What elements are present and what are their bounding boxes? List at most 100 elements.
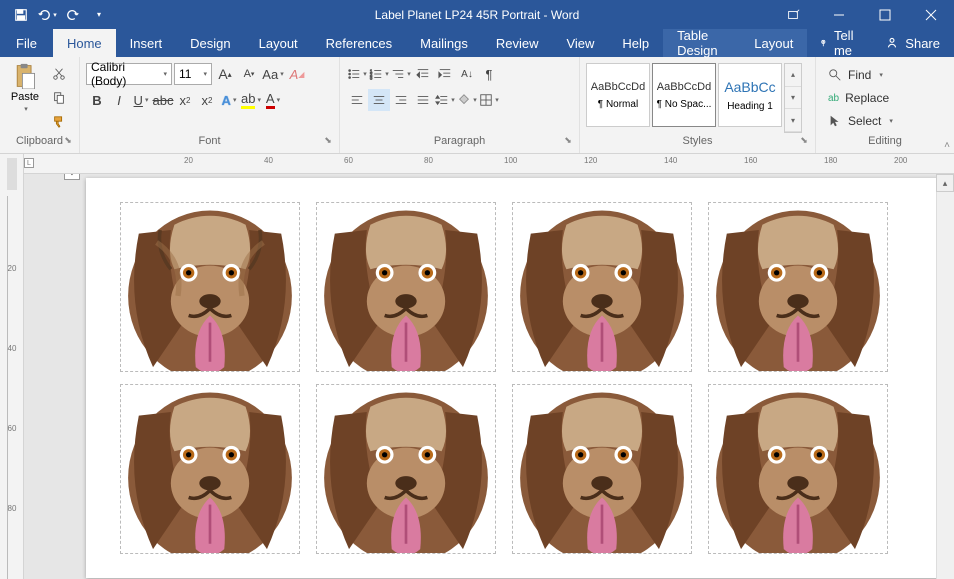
replace-button[interactable]: ab Replace	[828, 88, 893, 108]
tab-design[interactable]: Design	[176, 29, 244, 57]
label-cell[interactable]	[512, 202, 692, 372]
text-effects-button[interactable]: A▾	[218, 89, 240, 111]
tab-selector[interactable]: L	[24, 158, 34, 168]
close-button[interactable]	[908, 0, 954, 29]
tab-references[interactable]: References	[312, 29, 406, 57]
select-button[interactable]: Select▾	[828, 111, 893, 131]
format-painter-button[interactable]	[48, 111, 70, 133]
maximize-button[interactable]	[862, 0, 908, 29]
tab-mailings[interactable]: Mailings	[406, 29, 482, 57]
paragraph-launcher[interactable]: ⬊	[561, 135, 575, 149]
subscript-button[interactable]: x2	[174, 89, 196, 111]
grow-font-button[interactable]: A▴	[214, 63, 236, 85]
svg-text:3: 3	[370, 75, 373, 80]
customize-qat-button[interactable]: ▾	[86, 0, 112, 29]
style-normal[interactable]: AaBbCcDd ¶ Normal	[586, 63, 650, 127]
borders-button[interactable]: ▾	[478, 89, 500, 111]
ribbon-display-options-button[interactable]	[770, 0, 816, 29]
tab-insert[interactable]: Insert	[116, 29, 177, 57]
sort-button[interactable]: A↓	[456, 63, 478, 85]
dog-image[interactable]	[709, 385, 887, 553]
label-cell[interactable]	[512, 384, 692, 554]
label-cell[interactable]	[316, 384, 496, 554]
group-font: Calibri (Body)▾ 11▾ A▴ A▾ Aa▾ A◢ B I U▾ …	[80, 57, 340, 153]
styles-scroll-down[interactable]: ▾	[785, 87, 801, 110]
style-no-spacing[interactable]: AaBbCcDd ¶ No Spac...	[652, 63, 716, 127]
italic-button[interactable]: I	[108, 89, 130, 111]
superscript-button[interactable]: x2	[196, 89, 218, 111]
bold-button[interactable]: B	[86, 89, 108, 111]
dog-image[interactable]	[121, 385, 299, 553]
undo-button[interactable]: ▾	[34, 0, 60, 29]
align-left-button[interactable]	[346, 89, 368, 111]
dog-image[interactable]	[513, 203, 691, 371]
label-cell[interactable]	[708, 384, 888, 554]
tab-file[interactable]: File	[0, 29, 53, 57]
style-heading1[interactable]: AaBbCc Heading 1	[718, 63, 782, 127]
workspace: 20 40 60 80 L 20 40 60 80 100 120 140 16…	[0, 154, 954, 579]
align-center-button[interactable]	[368, 89, 390, 111]
save-button[interactable]	[8, 0, 34, 29]
vertical-scrollbar[interactable]	[936, 192, 954, 579]
collapse-ribbon-button[interactable]: ˄	[944, 140, 950, 151]
tab-layout[interactable]: Layout	[245, 29, 312, 57]
dog-image[interactable]	[513, 385, 691, 553]
underline-button[interactable]: U▾	[130, 89, 152, 111]
document-canvas[interactable]: ✥	[24, 174, 954, 579]
redo-button[interactable]	[60, 0, 86, 29]
strikethrough-button[interactable]: abc	[152, 89, 174, 111]
shading-button[interactable]: ▾	[456, 89, 478, 111]
font-color-button[interactable]: A▾	[262, 89, 284, 111]
font-size-combo[interactable]: 11▾	[174, 63, 212, 85]
horizontal-ruler[interactable]: L 20 40 60 80 100 120 140 160 180 200	[24, 154, 954, 174]
tab-review[interactable]: Review	[482, 29, 553, 57]
tab-table-design[interactable]: Table Design	[663, 29, 740, 57]
cut-button[interactable]	[48, 63, 70, 85]
styles-scroll-up[interactable]: ▴	[785, 64, 801, 87]
font-name-combo[interactable]: Calibri (Body)▾	[86, 63, 172, 85]
highlight-button[interactable]: ab▾	[240, 89, 262, 111]
font-launcher[interactable]: ⬊	[321, 135, 335, 149]
vertical-ruler[interactable]: 20 40 60 80	[0, 154, 24, 579]
dog-image[interactable]	[709, 203, 887, 371]
dog-image[interactable]	[317, 385, 495, 553]
group-label-font: Font⬊	[80, 135, 339, 153]
group-paragraph: ▾ 123▾ ▾ A↓ ¶ ▾ ▾ ▾ Paragraph⬊	[340, 57, 580, 153]
shrink-font-button[interactable]: A▾	[238, 63, 260, 85]
align-right-button[interactable]	[390, 89, 412, 111]
tell-me-label: Tell me	[834, 28, 859, 58]
decrease-indent-button[interactable]	[412, 63, 434, 85]
copy-button[interactable]	[48, 87, 70, 109]
line-spacing-button[interactable]: ▾	[434, 89, 456, 111]
dog-image[interactable]	[121, 203, 299, 371]
numbering-button[interactable]: 123▾	[368, 63, 390, 85]
group-label-styles: Styles⬊	[580, 135, 815, 153]
tell-me-search[interactable]: Tell me	[807, 29, 871, 57]
share-button[interactable]: Share	[871, 29, 954, 57]
scroll-up-button[interactable]: ▴	[936, 174, 954, 192]
bullets-button[interactable]: ▾	[346, 63, 368, 85]
tab-help[interactable]: Help	[608, 29, 663, 57]
paste-button[interactable]: Paste ▾	[6, 63, 44, 113]
tab-table-layout[interactable]: Layout	[740, 29, 807, 57]
styles-launcher[interactable]: ⬊	[797, 135, 811, 149]
label-cell[interactable]	[708, 202, 888, 372]
label-cell[interactable]	[120, 384, 300, 554]
minimize-button[interactable]	[816, 0, 862, 29]
tab-view[interactable]: View	[552, 29, 608, 57]
label-table	[120, 202, 912, 554]
show-marks-button[interactable]: ¶	[478, 63, 500, 85]
justify-button[interactable]	[412, 89, 434, 111]
clipboard-launcher[interactable]: ⬊	[61, 135, 75, 149]
increase-indent-button[interactable]	[434, 63, 456, 85]
label-cell[interactable]	[120, 202, 300, 372]
label-cell[interactable]	[316, 202, 496, 372]
change-case-button[interactable]: Aa▾	[262, 63, 284, 85]
styles-expand[interactable]: ▾	[785, 109, 801, 132]
clear-formatting-button[interactable]: A◢	[286, 63, 308, 85]
tab-home[interactable]: Home	[53, 29, 116, 57]
find-button[interactable]: Find▾	[828, 65, 893, 85]
dog-image[interactable]	[317, 203, 495, 371]
table-move-handle[interactable]: ✥	[64, 174, 80, 180]
multilevel-list-button[interactable]: ▾	[390, 63, 412, 85]
